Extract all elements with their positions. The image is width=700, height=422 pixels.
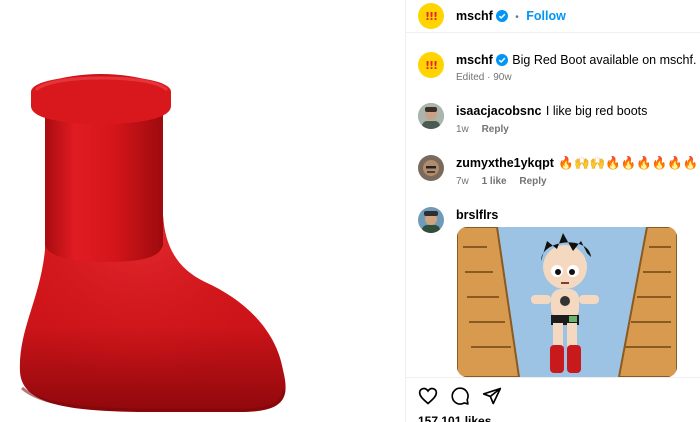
verified-badge-icon [495,54,508,66]
commenter-photo [418,155,444,181]
comment-username[interactable]: brslflrs [456,208,498,222]
commenter-avatar[interactable] [418,103,444,129]
big-red-boot-image [19,74,286,412]
actions-divider [406,377,700,378]
caption-meta: Edited · 90w [456,72,512,83]
verified-badge-icon [495,10,508,22]
astro-boy-gif [457,227,677,377]
comment-icon[interactable] [450,386,470,406]
commenter-photo [418,207,444,233]
like-count[interactable]: 157,101 likes [418,414,491,422]
avatar-logo-text: !!! [424,58,438,72]
header-divider [406,32,700,33]
comment-username[interactable]: zumyxthe1ykqpt [456,156,554,170]
commenter-photo [418,103,444,129]
comment-username[interactable]: isaacjacobsnc [456,104,541,118]
comment-text: I like big red boots [545,104,648,118]
reply-button[interactable]: Reply [519,176,546,187]
author-avatar[interactable]: !!! [418,3,444,29]
share-icon[interactable] [482,386,502,406]
comment-age: 7w [456,176,469,187]
post-media[interactable] [0,0,405,422]
comment-gif-image[interactable] [457,227,677,377]
post-header: !!! mschf • Follow [406,0,700,32]
avatar-logo-text: !!! [424,9,438,23]
follow-button[interactable]: Follow [526,9,566,23]
comment-age: 1w [456,124,469,135]
caption-username[interactable]: mschf [456,53,493,67]
reply-button[interactable]: Reply [482,124,509,135]
commenter-avatar[interactable] [418,155,444,181]
caption-avatar[interactable]: !!! [418,52,444,78]
comment-like-count[interactable]: 1 like [482,176,507,187]
commenter-avatar[interactable] [418,207,444,233]
heart-icon[interactable] [418,386,438,406]
author-username[interactable]: mschf [456,9,493,23]
comment-text: 🔥🙌🙌🔥🔥🔥🔥🔥🔥 [558,156,696,170]
separator-dot: • [515,12,519,23]
caption-text: Big Red Boot available on mschf.com [512,53,696,67]
post-actions [418,386,502,406]
